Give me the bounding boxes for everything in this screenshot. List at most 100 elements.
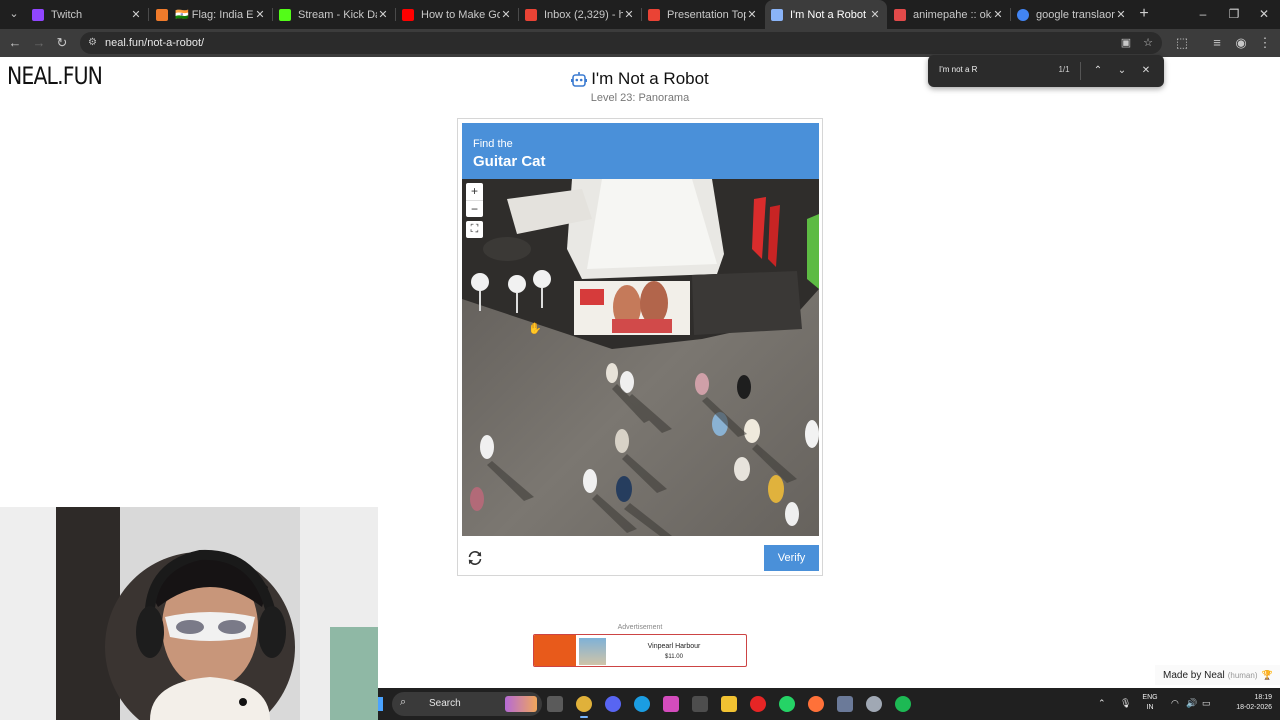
tab-gmail-presentation[interactable]: Presentation Topics - G ✕	[642, 0, 764, 29]
tab-not-a-robot[interactable]: I'm Not a Robot ✕	[765, 0, 887, 29]
made-by-note: (human)	[1227, 670, 1258, 680]
emojipedia-icon	[156, 8, 168, 21]
whatsapp-icon[interactable]	[779, 696, 795, 712]
new-tab-plus-icon[interactable]: +	[1136, 5, 1152, 23]
find-close-icon[interactable]: ✕	[1139, 63, 1153, 79]
verify-button[interactable]: Verify	[764, 545, 819, 571]
chrome-icon[interactable]	[576, 696, 592, 718]
zoom-in-button[interactable]: +	[466, 183, 483, 200]
tab-google-translate[interactable]: google translaor - Go ✕	[1011, 0, 1133, 29]
neal-fun-logo[interactable]: NEAL.FUN	[7, 62, 103, 90]
reload-icon[interactable]: ↻	[53, 34, 71, 52]
tab-close-icon[interactable]: ✕	[623, 8, 635, 21]
captcha-widget: Find the Guitar Cat + − ⛶ ✋ Verify	[457, 118, 823, 576]
battery-icon[interactable]: ▭	[1202, 698, 1211, 709]
app-icon[interactable]	[692, 696, 708, 712]
search-icon: ⌕	[400, 696, 407, 708]
tab-gmail-inbox[interactable]: Inbox (2,329) - harry ✕	[519, 0, 641, 29]
start-button[interactable]	[378, 697, 383, 711]
tab-twitch[interactable]: Twitch ✕	[26, 0, 148, 29]
system-clock[interactable]: 18:19 18-02-2026	[1222, 693, 1272, 713]
refresh-icon[interactable]	[466, 549, 484, 567]
panorama-scene	[462, 179, 819, 536]
window-close-icon[interactable]: ✕	[1254, 5, 1274, 23]
photos-icon[interactable]	[837, 696, 853, 712]
windows-taskbar: ⌕ Search ⌃ 🎙 ENG IN ◠ 🔊 ▭ 18:19 18-02-20…	[378, 688, 1280, 720]
url-text[interactable]: neal.fun/not-a-robot/	[105, 36, 204, 50]
clock-date: 18-02-2026	[1236, 704, 1272, 711]
tab-search-dropdown-icon[interactable]: ⌄	[4, 5, 24, 23]
opera-icon[interactable]	[750, 696, 766, 712]
made-by-author: Made by Neal	[1163, 669, 1225, 681]
ad-price: $11.00	[665, 654, 683, 660]
bookmark-star-icon[interactable]: ☆	[1140, 35, 1156, 51]
address-bar[interactable]: ⚙ neal.fun/not-a-robot/ ▣ ☆	[80, 32, 1162, 54]
file-explorer-icon[interactable]	[721, 696, 737, 712]
advertisement-banner[interactable]: Vinpearl Harbour $11.00	[533, 634, 747, 667]
fullscreen-icon[interactable]: ⛶	[466, 221, 483, 238]
edge-icon[interactable]	[634, 696, 650, 712]
profile-icon[interactable]: ◉	[1232, 34, 1250, 52]
input-language[interactable]: ENG IN	[1140, 693, 1160, 713]
gmail-icon	[648, 8, 660, 21]
restore-icon[interactable]: ❐	[1224, 5, 1244, 23]
hand-cursor-icon: ✋	[528, 323, 542, 335]
find-next-icon[interactable]: ⌄	[1115, 63, 1129, 79]
taskbar-search[interactable]: ⌕ Search	[392, 692, 542, 716]
volume-icon[interactable]: 🔊	[1186, 698, 1197, 709]
back-arrow-icon[interactable]: ←	[6, 34, 24, 52]
settings-icon[interactable]	[866, 696, 882, 712]
zoom-out-button[interactable]: −	[466, 200, 483, 217]
panorama-view[interactable]: + − ⛶ ✋	[462, 179, 819, 536]
tab-animepahe[interactable]: animepahe :: okay-ak ✕	[888, 0, 1010, 29]
tab-close-icon[interactable]: ✕	[377, 8, 389, 21]
extensions-icon[interactable]: ⬚	[1173, 34, 1191, 52]
tab-emoji-flag[interactable]: 🇮🇳 Flag: India Emoji | ✕	[150, 0, 272, 29]
webcam-overlay	[0, 507, 378, 720]
tab-label: 🇮🇳 Flag: India Emoji |	[175, 9, 254, 21]
microphone-icon[interactable]: 🎙	[1120, 698, 1131, 709]
ad-thumbnail	[579, 638, 606, 665]
wifi-icon[interactable]: ◠	[1171, 698, 1179, 709]
find-previous-icon[interactable]: ⌃	[1091, 63, 1105, 79]
find-result-count: 1/1	[1058, 65, 1070, 74]
tab-label: Presentation Topics - G	[667, 8, 746, 21]
tab-label: Stream - Kick Dashbo	[298, 8, 377, 21]
robot-icon	[571, 71, 588, 87]
tab-close-icon[interactable]: ✕	[992, 8, 1004, 21]
tab-close-icon[interactable]: ✕	[1115, 8, 1127, 21]
tab-close-icon[interactable]: ✕	[500, 8, 512, 21]
tab-label: How to Make Good M	[421, 8, 500, 21]
minimize-icon[interactable]: –	[1193, 5, 1213, 23]
menu-kebab-icon[interactable]: ⋮	[1256, 34, 1274, 52]
captcha-prompt: Find the	[473, 138, 513, 150]
tab-close-icon[interactable]: ✕	[746, 8, 758, 21]
lang-bottom: IN	[1146, 704, 1154, 711]
find-input[interactable]: I'm not a R	[939, 65, 977, 74]
made-by-badge[interactable]: Made by Neal (human) 🏆	[1155, 665, 1280, 685]
find-in-page-bar: I'm not a R 1/1 ⌃ ⌄ ✕	[928, 55, 1164, 87]
tab-youtube[interactable]: How to Make Good M ✕	[396, 0, 518, 29]
browser-tab-strip: ⌄ Twitch ✕ 🇮🇳 Flag: India Emoji | ✕ Stre…	[0, 0, 1280, 29]
tab-label: google translaor - Go	[1036, 8, 1115, 21]
google-icon	[1017, 8, 1029, 21]
firefox-icon[interactable]	[808, 696, 824, 712]
discord-icon[interactable]	[605, 696, 621, 712]
tab-label: animepahe :: okay-ak	[913, 8, 992, 21]
tray-overflow-icon[interactable]: ⌃	[1098, 698, 1106, 709]
youtube-icon	[402, 8, 414, 21]
site-info-icon[interactable]: ⚙	[88, 36, 100, 50]
media-control-icon[interactable]: ≡	[1208, 34, 1226, 52]
tab-close-icon[interactable]: ✕	[254, 8, 266, 21]
task-view-icon[interactable]	[547, 696, 563, 712]
page-find-icon[interactable]: ▣	[1118, 35, 1134, 51]
store-icon[interactable]	[663, 696, 679, 712]
spotify-icon[interactable]	[895, 696, 911, 712]
tab-kick-dashboard[interactable]: Stream - Kick Dashbo ✕	[273, 0, 395, 29]
tab-label: I'm Not a Robot	[790, 8, 867, 21]
forward-arrow-icon[interactable]: →	[30, 34, 48, 52]
captcha-header: Find the Guitar Cat	[462, 123, 819, 179]
tab-close-icon[interactable]: ✕	[130, 8, 142, 21]
webcam-feed	[0, 507, 378, 720]
tab-close-icon[interactable]: ✕	[869, 8, 881, 21]
